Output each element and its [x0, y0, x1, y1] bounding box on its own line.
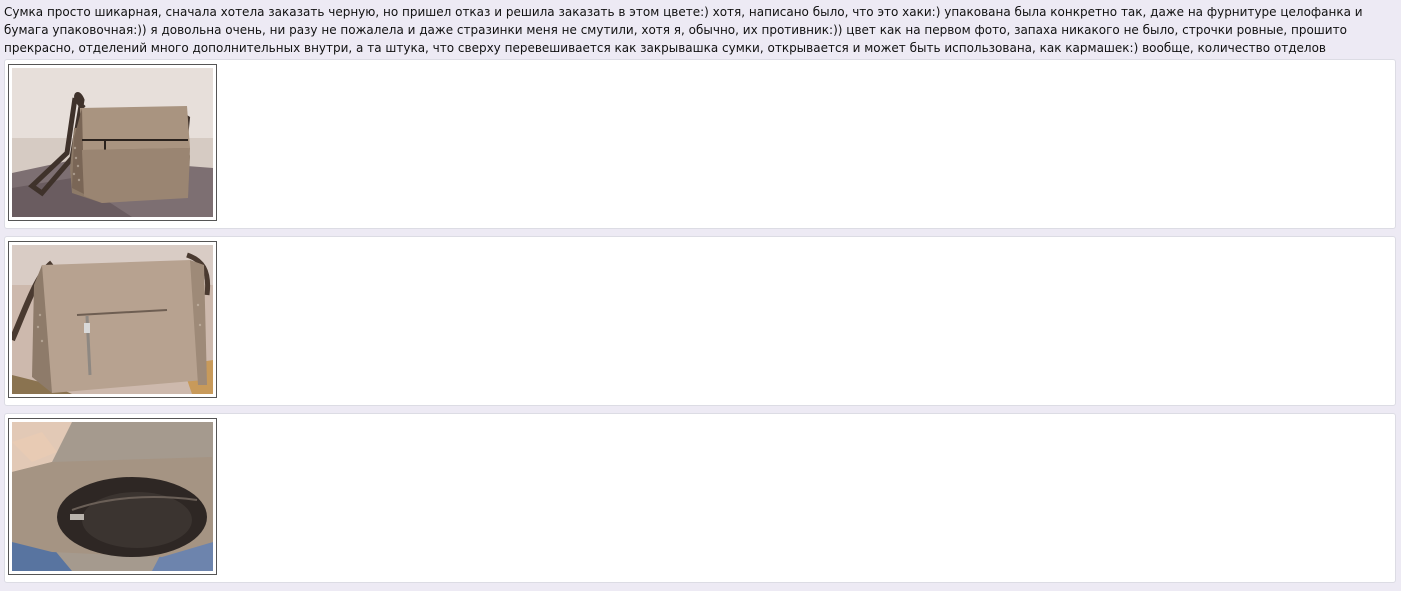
photo-thumbnail[interactable] — [8, 241, 217, 398]
bag-photo-back — [12, 245, 213, 394]
bag-photo-interior — [12, 422, 213, 571]
photo-card — [4, 413, 1396, 583]
photo-thumbnail[interactable] — [8, 64, 217, 221]
photo-card — [4, 59, 1396, 229]
photo-thumbnail[interactable] — [8, 418, 217, 575]
photo-card — [4, 236, 1396, 406]
bag-photo-front — [12, 68, 213, 217]
